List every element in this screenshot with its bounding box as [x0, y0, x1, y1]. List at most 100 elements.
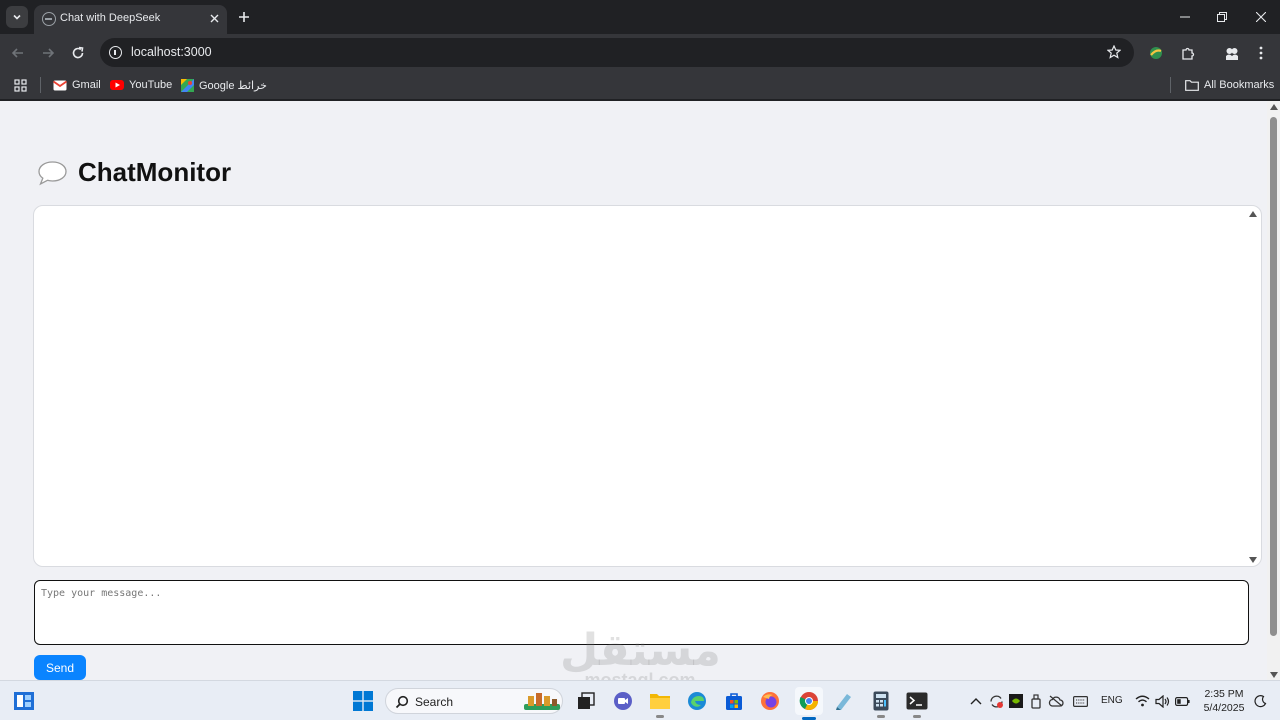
tab-chat-with-deepseek[interactable]: Chat with DeepSeek [34, 5, 227, 34]
star-icon [1107, 45, 1121, 59]
terminal-icon [906, 692, 928, 710]
apps-button[interactable] [14, 77, 27, 93]
tray-usb-button[interactable] [1028, 693, 1044, 709]
taskbar-search-box[interactable]: Search [385, 688, 563, 714]
cloud-off-icon [1048, 695, 1064, 707]
chat-messages-panel[interactable] [33, 205, 1262, 567]
arrow-left-icon [11, 48, 23, 58]
close-window-button[interactable] [1249, 6, 1273, 28]
widgets-icon [14, 692, 34, 710]
gmail-icon [53, 80, 67, 90]
running-indicator [877, 715, 885, 718]
scroll-down-arrow-icon[interactable] [1270, 672, 1278, 678]
puzzle-icon [1181, 47, 1194, 60]
profile-avatar-icon [1226, 48, 1238, 60]
notifications-button[interactable] [1252, 693, 1268, 709]
reload-icon [72, 46, 84, 59]
task-view-button[interactable] [574, 689, 598, 713]
tab-strip: Chat with DeepSeek [0, 0, 1280, 34]
bookmark-youtube[interactable]: YouTube [110, 77, 172, 93]
globe-icon [42, 12, 56, 26]
meet-app-button[interactable] [611, 689, 635, 713]
tray-sync-icon-button[interactable] [988, 693, 1004, 709]
file-explorer-button[interactable] [648, 689, 672, 718]
language-indicator[interactable]: ENG [1101, 695, 1123, 706]
info-icon[interactable] [109, 46, 122, 59]
search-icon [395, 695, 409, 709]
calculator-icon [873, 691, 889, 711]
keyboard-icon [1072, 695, 1088, 707]
clock-time: 2:35 PM [1204, 688, 1244, 700]
forward-button[interactable] [37, 42, 59, 64]
widgets-button[interactable] [12, 689, 36, 713]
bookmark-gmail[interactable]: Gmail [53, 77, 101, 93]
bookmark-star-button[interactable] [1105, 43, 1123, 61]
store-bag-icon [726, 693, 742, 710]
tray-wifi-button[interactable] [1134, 693, 1150, 709]
back-button[interactable] [7, 42, 29, 64]
browser-toolbar: localhost:3000 [0, 34, 1280, 71]
scroll-down-arrow-icon[interactable] [1249, 557, 1257, 563]
battery-icon [1174, 696, 1190, 706]
tray-keyboard-button[interactable] [1072, 693, 1088, 709]
bookmark-label: Gmail [72, 79, 101, 91]
plus-icon [239, 12, 249, 22]
calculator-button[interactable] [869, 689, 893, 718]
scroll-up-arrow-icon[interactable] [1249, 211, 1257, 217]
terminal-button[interactable] [905, 689, 929, 718]
reload-button[interactable] [67, 42, 89, 64]
youtube-icon [110, 80, 124, 90]
show-hidden-icons-button[interactable] [968, 693, 984, 709]
chrome-icon [799, 692, 818, 710]
scrollbar-thumb[interactable] [1270, 117, 1277, 636]
profile-button[interactable] [1222, 43, 1242, 63]
folder-icon [650, 694, 670, 709]
url-text[interactable]: localhost:3000 [131, 45, 212, 59]
search-highlight-icon [524, 693, 560, 710]
firefox-button[interactable] [758, 689, 782, 713]
tray-nvidia-button[interactable] [1008, 693, 1024, 709]
app-header: ChatMonitor [37, 157, 231, 188]
sync-icon [989, 694, 1003, 708]
arrow-right-icon [43, 48, 55, 58]
bookmarks-divider [40, 77, 41, 93]
all-bookmarks-label: All Bookmarks [1204, 79, 1275, 91]
browser-menu-button[interactable] [1251, 43, 1271, 63]
close-icon [1256, 12, 1266, 22]
taskbar-search-placeholder: Search [415, 695, 454, 709]
taskbar: Search ENG 2:35 PM 5/4/2025 [0, 680, 1280, 720]
tab-search-button[interactable] [6, 6, 28, 28]
extensions-button[interactable] [1178, 43, 1198, 63]
tray-volume-button[interactable] [1154, 693, 1170, 709]
bookmark-label: Google خرائط [199, 79, 267, 92]
message-input[interactable] [34, 580, 1249, 645]
page-scrollbar[interactable] [1267, 101, 1280, 680]
windows-logo-icon [353, 691, 373, 711]
start-button[interactable] [351, 689, 375, 713]
maximize-button[interactable] [1210, 6, 1234, 28]
tray-battery-button[interactable] [1174, 693, 1190, 709]
new-tab-button[interactable] [234, 7, 254, 27]
edge-button[interactable] [685, 689, 709, 713]
send-button[interactable]: Send [34, 655, 86, 680]
bookmark-google-maps[interactable]: Google خرائط [181, 77, 267, 93]
extension-button[interactable] [1146, 43, 1166, 63]
scroll-up-arrow-icon[interactable] [1270, 104, 1278, 110]
volume-icon [1154, 694, 1169, 708]
running-indicator [913, 715, 921, 718]
restore-icon [1217, 12, 1227, 22]
taskbar-clock[interactable]: 2:35 PM 5/4/2025 [1198, 687, 1250, 715]
address-bar[interactable]: localhost:3000 [100, 38, 1134, 67]
all-bookmarks-button[interactable]: All Bookmarks [1185, 77, 1274, 93]
chevron-up-icon [970, 698, 982, 705]
page-title: ChatMonitor [78, 157, 232, 187]
minimize-button[interactable] [1173, 6, 1197, 28]
microsoft-store-button[interactable] [722, 689, 746, 713]
tab-close-button[interactable] [206, 10, 222, 26]
notes-app-button[interactable] [832, 689, 856, 713]
edge-browser-icon [688, 692, 706, 710]
tray-onedrive-button[interactable] [1048, 693, 1064, 709]
task-view-icon [578, 692, 595, 709]
extension-logo-icon [1150, 47, 1162, 59]
chrome-button[interactable] [795, 687, 823, 720]
